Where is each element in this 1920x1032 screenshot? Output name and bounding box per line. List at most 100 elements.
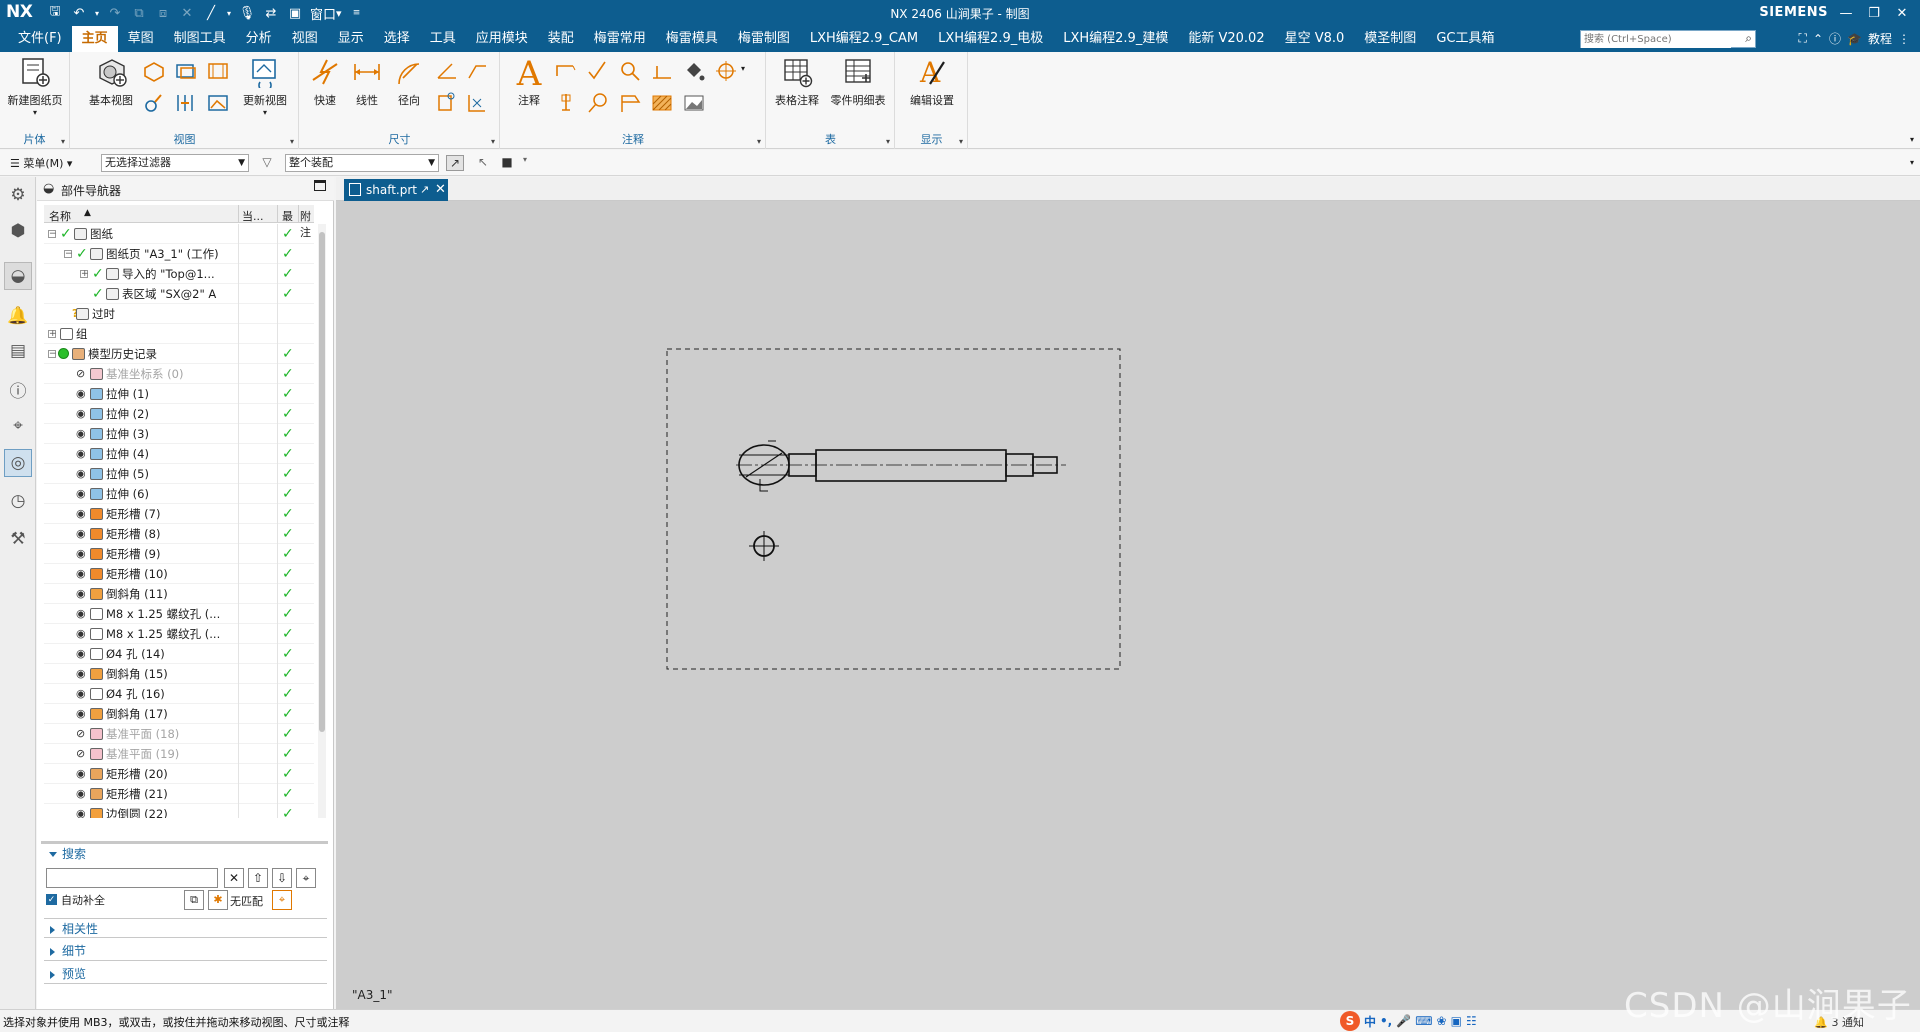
collapse-ribbon-icon[interactable]: ⌃ bbox=[1813, 32, 1823, 46]
view-boundary[interactable] bbox=[666, 348, 1121, 670]
visibility-eye-icon[interactable]: ⊘ bbox=[76, 744, 85, 764]
visibility-eye-icon[interactable]: ◉ bbox=[76, 564, 86, 584]
tree-row[interactable]: ◉ 矩形槽 (20) ✓ bbox=[44, 764, 314, 784]
ordinate-dimension-icon[interactable] bbox=[464, 90, 490, 116]
restore-icon[interactable]: ❐ bbox=[1860, 2, 1888, 24]
column-current[interactable]: 当... bbox=[242, 208, 264, 224]
history-clock-icon[interactable]: ◷ bbox=[4, 487, 32, 515]
update-view-button[interactable]: 更新视图 ▾ bbox=[237, 56, 293, 117]
expander-icon[interactable]: − bbox=[48, 350, 57, 359]
locate-icon[interactable]: ⌖ bbox=[296, 868, 316, 888]
group-more-icon[interactable]: ▾ bbox=[886, 137, 890, 146]
edit-settings-button[interactable]: A 编辑设置 bbox=[902, 56, 962, 108]
tree-row[interactable]: ◉ 拉伸 (5) ✓ bbox=[44, 464, 314, 484]
clear-icon[interactable]: ✕ bbox=[224, 868, 244, 888]
toolbar-options-icon[interactable]: ▾ bbox=[1910, 158, 1914, 167]
expander-icon[interactable]: − bbox=[48, 230, 57, 239]
visibility-eye-icon[interactable]: ◉ bbox=[76, 784, 86, 804]
expander-icon[interactable]: + bbox=[48, 330, 57, 339]
details-section-header[interactable]: 细节 bbox=[44, 941, 327, 961]
chamfer-dimension-icon[interactable] bbox=[464, 58, 490, 84]
balloon-icon[interactable] bbox=[585, 90, 611, 116]
tab-20[interactable]: GC工具箱 bbox=[1426, 26, 1504, 52]
group-more-icon[interactable]: ▾ bbox=[959, 137, 963, 146]
sort-ascending-icon[interactable]: ▲ bbox=[84, 208, 91, 218]
rapid-dimension-button[interactable]: 快速 bbox=[306, 56, 344, 108]
selection-filter-dropdown[interactable]: 无选择过滤器 ▼ bbox=[101, 154, 249, 172]
tree-row[interactable]: ◉ 矩形槽 (10) ✓ bbox=[44, 564, 314, 584]
part-navigator-icon[interactable]: ◒ bbox=[4, 262, 32, 290]
sogou-ime-icon[interactable]: S bbox=[1340, 1011, 1360, 1031]
constraint-navigator-icon[interactable]: ⌖ bbox=[4, 412, 32, 440]
broken-view-icon[interactable] bbox=[173, 90, 199, 116]
visibility-eye-icon[interactable]: ◉ bbox=[76, 504, 86, 524]
web-browser-icon[interactable]: ◎ bbox=[4, 449, 32, 477]
tree-row[interactable]: ✓ 表区域 "SX@2" A ✓ bbox=[44, 284, 314, 304]
tree-row[interactable]: ⊘ 基准坐标系 (0) ✓ bbox=[44, 364, 314, 384]
new-sheet-button[interactable]: 新建图纸页 ▾ bbox=[4, 56, 66, 117]
visibility-eye-icon[interactable]: ◉ bbox=[76, 424, 86, 444]
tree-row[interactable]: ◉ 拉伸 (6) ✓ bbox=[44, 484, 314, 504]
section-view-icon[interactable] bbox=[173, 58, 199, 84]
visibility-eye-icon[interactable]: ◉ bbox=[76, 664, 86, 684]
thickness-dimension-icon[interactable] bbox=[434, 90, 460, 116]
tree-row[interactable]: ◉ 拉伸 (1) ✓ bbox=[44, 384, 314, 404]
linear-dimension-button[interactable]: 线性 bbox=[348, 56, 386, 108]
visibility-eye-icon[interactable]: ◉ bbox=[76, 604, 86, 624]
popout-icon[interactable]: ↗ bbox=[420, 179, 429, 201]
visibility-eye-icon[interactable]: ◉ bbox=[76, 524, 86, 544]
close-icon[interactable]: ✕ bbox=[1888, 2, 1916, 24]
tree-row[interactable]: ◉ 倒斜角 (15) ✓ bbox=[44, 664, 314, 684]
graphics-window[interactable] bbox=[336, 201, 1920, 1009]
visibility-eye-icon[interactable]: ⊘ bbox=[76, 364, 85, 384]
tree-row[interactable]: ◉ 拉伸 (4) ✓ bbox=[44, 444, 314, 464]
weld-symbol-icon[interactable] bbox=[649, 58, 675, 84]
tree-row[interactable]: + 组 bbox=[44, 324, 314, 344]
dropdown-icon[interactable]: ▾ bbox=[741, 64, 745, 73]
punctuation-icon[interactable]: •, bbox=[1380, 1014, 1392, 1028]
tab-10[interactable]: 装配 bbox=[538, 26, 584, 52]
visibility-eye-icon[interactable]: ◉ bbox=[76, 384, 86, 404]
minimize-icon[interactable]: — bbox=[1832, 2, 1860, 24]
notification-bell-icon[interactable]: 🔔 bbox=[4, 302, 32, 330]
tabular-note-button[interactable]: 表格注释 bbox=[771, 56, 823, 108]
tab-16[interactable]: LXH编程2.9_建模 bbox=[1053, 26, 1178, 52]
tree-row[interactable]: ◉ 矩形槽 (21) ✓ bbox=[44, 784, 314, 804]
select-body-icon[interactable]: ↖ bbox=[474, 155, 492, 171]
tutorial-icon[interactable]: 🎓 bbox=[1847, 32, 1862, 46]
tree-row[interactable]: ◉ 矩形槽 (8) ✓ bbox=[44, 524, 314, 544]
view-breakout-icon[interactable] bbox=[141, 90, 167, 116]
tab-5[interactable]: 视图 bbox=[282, 26, 328, 52]
grid-icon[interactable]: ☷ bbox=[1466, 1014, 1477, 1028]
visibility-eye-icon[interactable]: ◉ bbox=[76, 544, 86, 564]
radial-dimension-button[interactable]: 径向 bbox=[390, 56, 428, 108]
arrow-up-icon[interactable]: ⇧ bbox=[248, 868, 268, 888]
group-more-icon[interactable]: ▾ bbox=[61, 137, 65, 146]
tree-row[interactable]: + ✓ 导入的 "Top@1... ✓ bbox=[44, 264, 314, 284]
tab-15[interactable]: LXH编程2.9_电极 bbox=[928, 26, 1053, 52]
tree-row[interactable]: ◉ 倒斜角 (17) ✓ bbox=[44, 704, 314, 724]
fill-icon[interactable] bbox=[681, 58, 707, 84]
dropdown-icon[interactable]: ▾ bbox=[516, 155, 534, 171]
skin-icon[interactable]: ❀ bbox=[1437, 1014, 1447, 1028]
tree-row[interactable]: ◉ 倒斜角 (11) ✓ bbox=[44, 584, 314, 604]
auto-complete-checkbox[interactable]: ✓ bbox=[46, 894, 57, 905]
tab-3[interactable]: 制图工具 bbox=[164, 26, 236, 52]
expander-icon[interactable]: − bbox=[64, 250, 73, 259]
close-tab-icon[interactable]: ✕ bbox=[435, 179, 446, 201]
dependencies-section-header[interactable]: 相关性 bbox=[44, 918, 327, 938]
tab-8[interactable]: 工具 bbox=[420, 26, 466, 52]
menu-button[interactable]: ☰ 菜单(M) ▾ bbox=[10, 155, 72, 171]
navigator-search-input[interactable] bbox=[46, 868, 218, 888]
tab-2[interactable]: 草图 bbox=[118, 26, 164, 52]
settings-gear-icon[interactable]: ⚙ bbox=[4, 181, 32, 209]
tab-7[interactable]: 选择 bbox=[374, 26, 420, 52]
game-icon[interactable]: ▣ bbox=[1451, 1014, 1462, 1028]
filter-icon[interactable]: ▽ bbox=[258, 155, 276, 171]
select-feature-icon[interactable]: ↗ bbox=[446, 155, 464, 171]
visibility-eye-icon[interactable]: ◉ bbox=[76, 704, 86, 724]
filter-options-icon[interactable]: ⌖ bbox=[272, 890, 292, 910]
roles-icon[interactable]: ⚒ bbox=[4, 525, 32, 553]
tree-row[interactable]: ◉ M8 x 1.25 螺纹孔 (... ✓ bbox=[44, 604, 314, 624]
tree-row[interactable]: ◉ 拉伸 (3) ✓ bbox=[44, 424, 314, 444]
